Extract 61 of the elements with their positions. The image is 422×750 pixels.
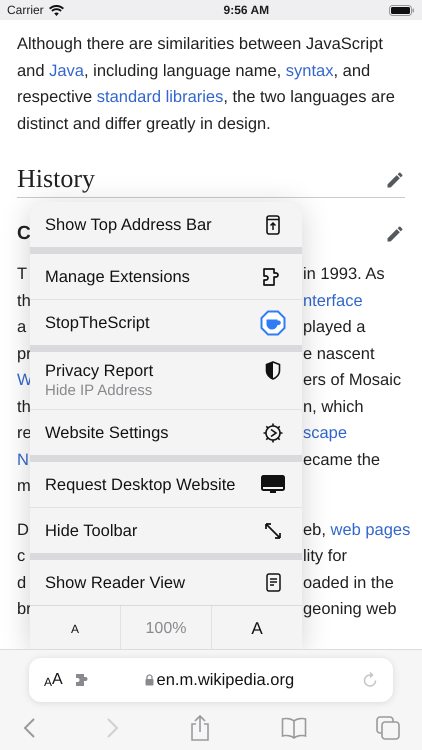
expand-arrows-icon bbox=[264, 522, 282, 540]
article-link[interactable]: syntax bbox=[286, 62, 334, 80]
menu-item[interactable]: Website Settings bbox=[30, 410, 302, 455]
section-heading: History bbox=[17, 166, 95, 193]
article-link[interactable]: standard libraries bbox=[96, 88, 224, 106]
article-text: n, which bbox=[303, 398, 364, 416]
article-text: D bbox=[17, 520, 29, 538]
gear-icon bbox=[262, 422, 284, 444]
menu-item[interactable]: Show Top Address Bar bbox=[30, 202, 302, 247]
article-text: T bbox=[17, 265, 28, 283]
zoom-level: 100% bbox=[121, 606, 211, 650]
cup-icon bbox=[260, 310, 286, 336]
document-icon bbox=[266, 573, 280, 592]
menu-item[interactable]: Request Desktop Website bbox=[30, 462, 302, 507]
clock-time: 9:56 AM bbox=[224, 2, 270, 19]
article-text: ecame the bbox=[303, 450, 380, 468]
decrease-text-button[interactable]: A bbox=[30, 606, 120, 650]
article-text: lity for bbox=[303, 547, 348, 565]
article-link[interactable]: Java bbox=[49, 62, 84, 80]
article-text: played a bbox=[303, 318, 366, 336]
menu-item[interactable]: Hide Toolbar bbox=[30, 508, 302, 553]
menu-item[interactable]: Manage Extensions bbox=[30, 254, 302, 299]
pencil-icon[interactable] bbox=[385, 224, 405, 244]
article-link[interactable]: web pages bbox=[330, 520, 410, 538]
article-text: a bbox=[17, 318, 26, 336]
pencil-icon[interactable] bbox=[385, 170, 405, 190]
article-paragraph: Although there are similarities between JavaScript and Java, including language name, syntax, and respective standard libraries, the two languages are distinct and differ greatly in design. bbox=[16, 34, 396, 134]
article-text: oaded in the bbox=[303, 574, 394, 592]
article-text: eb, web pages bbox=[303, 520, 410, 538]
menu-item[interactable]: Show Reader View bbox=[30, 560, 302, 605]
article-text: e nascent bbox=[303, 344, 375, 362]
article-text: th bbox=[17, 292, 31, 310]
wifi-icon bbox=[48, 4, 64, 16]
article-text: ers of Mosaic bbox=[303, 371, 402, 389]
increase-text-button[interactable]: A bbox=[212, 606, 302, 650]
article-text: geoning web bbox=[303, 600, 397, 618]
article-text: in 1993. As bbox=[303, 265, 385, 283]
reload-icon[interactable] bbox=[362, 671, 378, 689]
article-text: d bbox=[17, 574, 26, 592]
article-text: pr bbox=[17, 344, 32, 362]
subsection-heading: C bbox=[17, 222, 31, 246]
carrier-label: Carrier bbox=[7, 2, 44, 19]
battery-icon bbox=[389, 4, 415, 16]
book-icon[interactable] bbox=[280, 717, 306, 739]
article-text: th bbox=[17, 398, 31, 416]
share-icon[interactable] bbox=[189, 714, 211, 742]
shield-icon bbox=[265, 361, 281, 380]
url-text: en.m.wikipedia.org bbox=[156, 670, 294, 691]
article-text: c bbox=[17, 547, 26, 565]
menu-item[interactable]: StopTheScript bbox=[30, 300, 302, 345]
lock-icon bbox=[144, 674, 154, 686]
forward-icon[interactable] bbox=[106, 717, 120, 739]
back-icon[interactable] bbox=[22, 717, 36, 739]
article-link[interactable]: N bbox=[17, 450, 29, 468]
article-text: m bbox=[17, 477, 31, 495]
article-text: br bbox=[17, 600, 32, 618]
tabs-icon[interactable] bbox=[376, 716, 400, 740]
article-link[interactable]: nterface bbox=[303, 292, 363, 310]
article-link[interactable]: scape bbox=[303, 424, 348, 442]
monitor-icon bbox=[261, 474, 285, 494]
menu-item[interactable]: Privacy Report Hide IP Address bbox=[30, 352, 302, 409]
